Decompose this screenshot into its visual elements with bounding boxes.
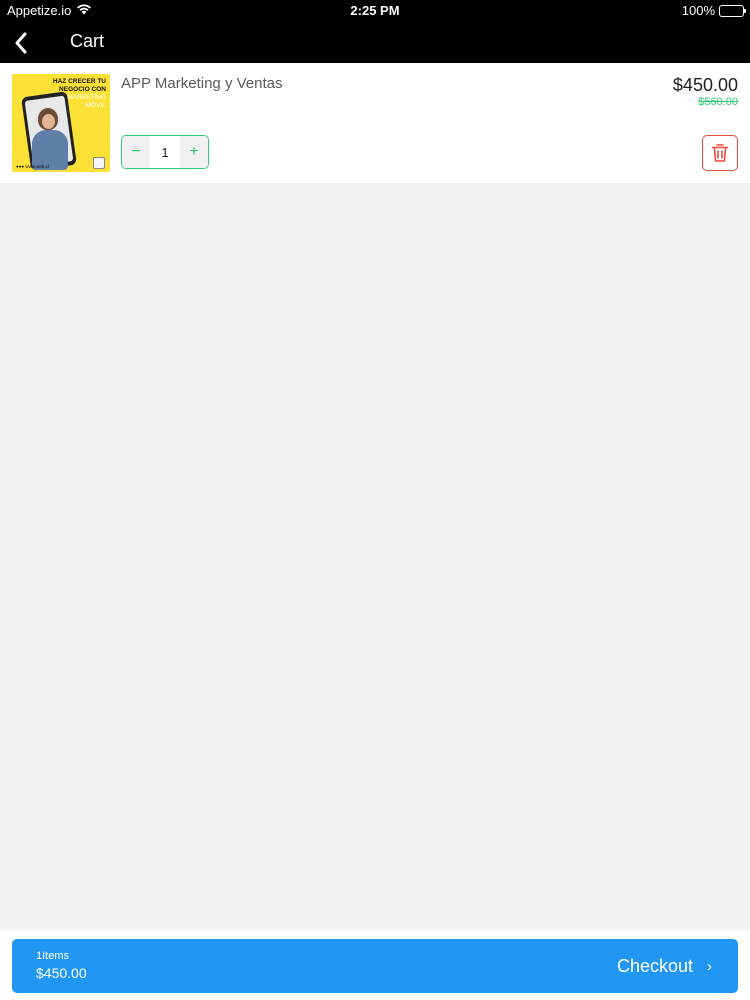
status-bar: Appetize.io 2:25 PM 100%: [0, 0, 750, 22]
cart-total: $450.00: [36, 965, 87, 981]
items-count: 1Items: [36, 950, 70, 962]
back-button[interactable]: [6, 28, 36, 58]
quantity-stepper: − 1 +: [121, 135, 209, 169]
status-time: 2:25 PM: [350, 3, 400, 18]
nav-bar: Cart: [0, 22, 750, 63]
checkout-button[interactable]: 1Items $450.00 Checkout ›: [12, 939, 738, 993]
decrease-quantity-button[interactable]: −: [122, 136, 150, 168]
checkout-area: 1Items $450.00 Checkout ›: [0, 930, 750, 1000]
increase-quantity-button[interactable]: +: [180, 136, 208, 168]
battery: 100%: [681, 3, 746, 18]
item-name: APP Marketing y Ventas: [121, 75, 283, 92]
battery-percent: 100%: [681, 3, 715, 18]
quantity-value: 1: [161, 144, 169, 160]
checkout-label: Checkout: [616, 956, 693, 976]
item-price: $450.00: [672, 75, 738, 95]
page-title: Cart: [70, 31, 105, 51]
chevron-right-icon: ›: [707, 958, 712, 975]
logo-icon: [93, 157, 105, 169]
item-old-price: $560.00: [698, 96, 738, 108]
trash-icon: [711, 144, 729, 162]
cart-item: HAZ CRECER TU NEGOCIO CON MARKETING MÓVI…: [0, 63, 750, 183]
delete-item-button[interactable]: [702, 135, 738, 171]
thumbnail-footer: ●●● www.web.cl: [16, 164, 49, 169]
battery-icon: [719, 4, 746, 17]
thumbnail-headline: HAZ CRECER TU NEGOCIO CON MARKETING MÓVI…: [52, 78, 106, 109]
product-thumbnail[interactable]: HAZ CRECER TU NEGOCIO CON MARKETING MÓVI…: [12, 74, 110, 172]
chevron-left-icon: [15, 32, 27, 54]
